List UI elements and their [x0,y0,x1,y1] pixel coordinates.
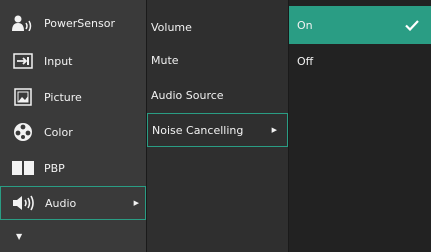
sub-menu-item-noise-cancelling[interactable]: Noise Cancelling ▶ [147,113,288,147]
pbp-icon [12,159,34,177]
sub-menu-item-audio-source[interactable]: Audio Source [147,78,288,112]
picture-icon [12,88,34,106]
checkmark-icon [405,19,419,31]
sub-menu-label: Noise Cancelling [152,123,244,137]
main-menu-item-input[interactable]: Input [0,44,146,78]
sub-menu-label: Volume [151,20,192,34]
sub-menu-item-volume[interactable]: Volume [147,10,288,44]
main-menu-item-picture[interactable]: Picture [0,80,146,114]
main-menu-label: Audio [45,196,77,210]
option-on[interactable]: On [289,6,431,44]
audio-icon [13,194,35,212]
input-icon [12,52,34,70]
main-menu-label: Color [44,125,73,139]
chevron-right-icon: ▶ [133,199,139,207]
main-menu-label: PowerSensor [44,16,115,30]
main-menu-label: Input [44,54,73,68]
chevron-right-icon: ▶ [271,126,277,134]
main-menu-item-color[interactable]: Color [0,115,146,149]
main-menu-label: Picture [44,90,82,104]
sub-menu-label: Audio Source [151,88,224,102]
powersensor-icon [12,14,34,32]
main-menu-label: PBP [44,161,65,175]
option-off[interactable]: Off [289,42,431,80]
main-menu-item-audio[interactable]: Audio ▶ [0,186,146,220]
sub-menu-label: Mute [151,53,179,67]
option-label: Off [297,54,314,68]
main-menu-item-powersensor[interactable]: PowerSensor [0,6,146,40]
option-label: On [297,18,313,32]
sub-menu-item-mute[interactable]: Mute [147,43,288,77]
scroll-down-icon[interactable]: ▼ [16,232,22,241]
osd-menu: PowerSensor Input Picture Color PBP Audi… [0,0,431,252]
main-menu-item-pbp[interactable]: PBP [0,151,146,185]
color-icon [12,123,34,141]
